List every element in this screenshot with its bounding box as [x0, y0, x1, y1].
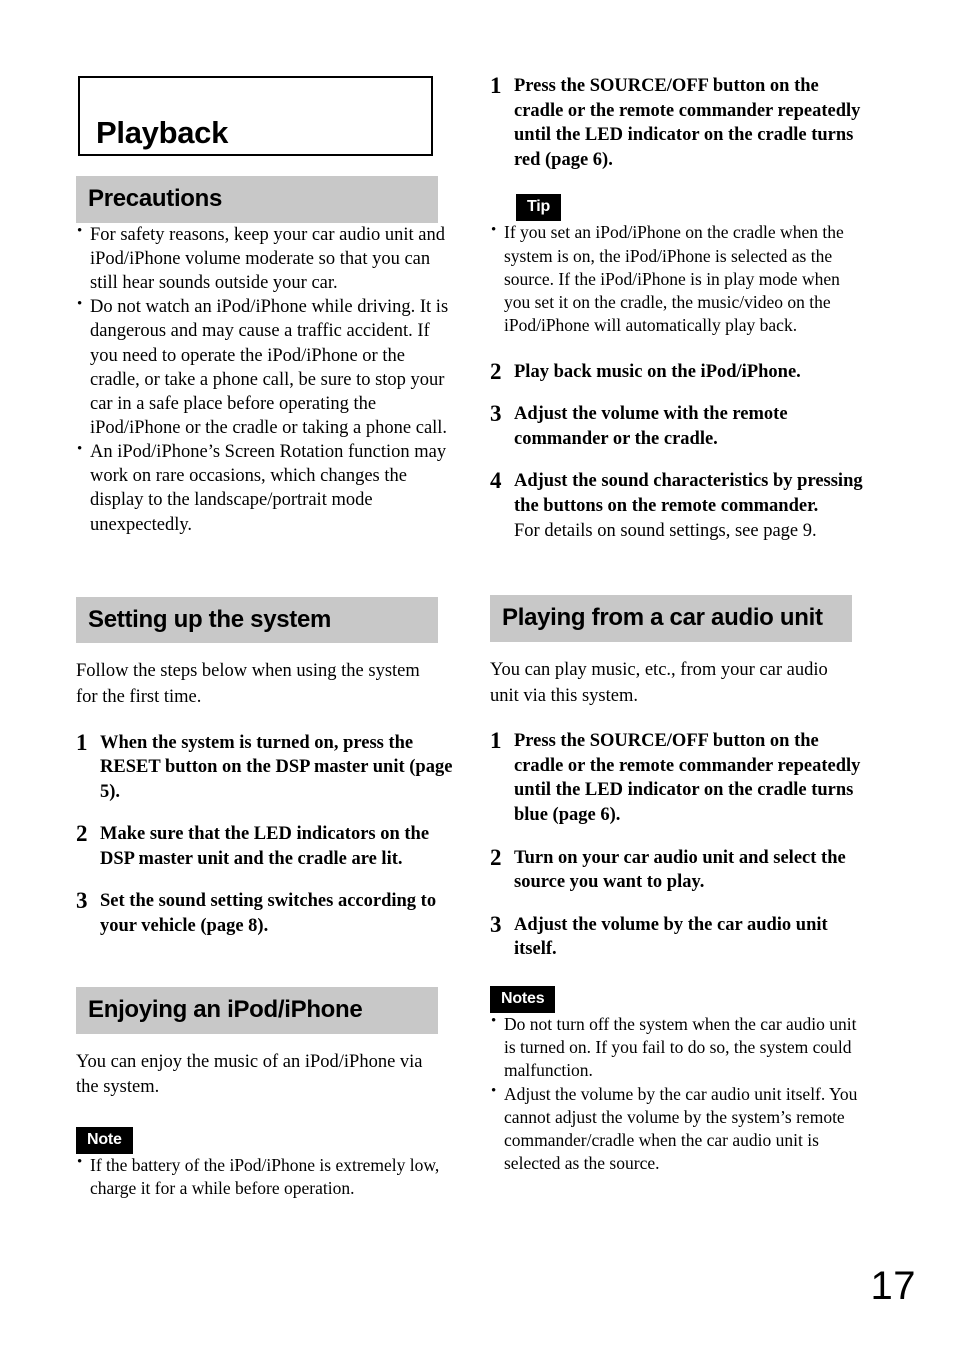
car-audio-intro: You can play music, etc., from your car …: [490, 660, 828, 706]
section-header-precautions: Precautions: [76, 176, 438, 223]
step-item: 2 Make sure that the LED indicators on t…: [76, 821, 454, 871]
step-item: 1 When the system is turned on, press th…: [76, 729, 454, 805]
step-item: 3 Adjust the volume with the remote comm…: [490, 401, 868, 451]
step-item: 2 Play back music on the iPod/iPhone.: [490, 358, 868, 385]
step-item: 1 Press the SOURCE/OFF button on the cra…: [490, 728, 868, 827]
step-text: Set the sound setting switches according…: [100, 891, 437, 937]
chapter-title-box: Playback: [78, 76, 433, 156]
setting-up-intro: Follow the steps below when using the sy…: [76, 661, 420, 707]
note-badge: Note: [76, 1126, 133, 1154]
page-number: 17: [870, 1264, 916, 1308]
step-number: 1: [490, 728, 502, 754]
step-number: 2: [490, 844, 502, 870]
list-item: If you set an iPod/iPhone on the cradle …: [490, 221, 864, 337]
list-item: Do not turn off the system when the car …: [490, 1012, 864, 1083]
precautions-list: For safety reasons, keep your car audio …: [76, 222, 454, 537]
step-text: Turn on your car audio unit and select t…: [514, 847, 846, 893]
step-text: Play back music on the iPod/iPhone.: [514, 361, 801, 382]
step-item: 4 Adjust the sound characteristics by pr…: [490, 468, 868, 543]
step-number: 2: [490, 358, 502, 384]
step-text: Make sure that the LED indicators on the…: [100, 824, 430, 869]
step-item: 3 Adjust the volume by the car audio uni…: [490, 911, 868, 962]
enjoying-intro: You can enjoy the music of an iPod/iPhon…: [76, 1051, 423, 1098]
section-header-enjoying-ipod: Enjoying an iPod/iPhone: [76, 986, 438, 1034]
enjoying-note-list: If the battery of the iPod/iPhone is ext…: [76, 1153, 454, 1201]
note-badge-wrapper: Note: [76, 1126, 454, 1154]
step-text: Adjust the volume with the remote comman…: [514, 404, 788, 449]
step-text: Press the SOURCE/OFF button on the cradl…: [514, 76, 861, 170]
tip-badge: Tip: [516, 194, 562, 222]
step-number: 1: [490, 73, 502, 98]
step-number: 3: [490, 911, 502, 937]
step-item: 1 Press the SOURCE/OFF button on the cra…: [490, 73, 868, 172]
step-text: Press the SOURCE/OFF button on the cradl…: [514, 731, 861, 825]
tip-badge-wrapper: Tip: [516, 194, 868, 222]
step-item: 2 Turn on your car audio unit and select…: [490, 844, 868, 895]
step-text: When the system is turned on, press the …: [100, 732, 453, 802]
list-item: Adjust the volume by the car audio unit …: [490, 1082, 864, 1176]
list-item: For safety reasons, keep your car audio …: [76, 222, 450, 295]
list-item: An iPod/iPhone’s Screen Rotation functio…: [76, 440, 450, 537]
right-column: 1 Press the SOURCE/OFF button on the cra…: [490, 0, 868, 1176]
step-number: 1: [76, 729, 88, 755]
car-audio-notes-list: Do not turn off the system when the car …: [490, 1012, 868, 1176]
manual-page: Playback Precautions For safety reasons,…: [0, 0, 954, 1352]
step-text: Adjust the volume by the car audio unit …: [514, 914, 828, 960]
section-header-setting-up: Setting up the system: [76, 596, 438, 644]
step-subtext: For details on sound settings, see page …: [514, 520, 817, 541]
notes-badge-wrapper: Notes: [490, 985, 868, 1013]
tip-list: If you set an iPod/iPhone on the cradle …: [490, 221, 868, 337]
left-column: Playback Precautions For safety reasons,…: [76, 0, 454, 1200]
section-header-playing-car-audio: Playing from a car audio unit: [490, 595, 852, 643]
step-number: 3: [76, 888, 88, 914]
step-number: 3: [490, 401, 502, 427]
step-number: 2: [76, 821, 88, 847]
step-text: Adjust the sound characteristics by pres…: [514, 471, 863, 517]
list-item: If the battery of the iPod/iPhone is ext…: [76, 1153, 450, 1201]
list-item: Do not watch an iPod/iPhone while drivin…: [76, 295, 450, 440]
step-item: 3 Set the sound setting switches accordi…: [76, 888, 454, 938]
notes-badge: Notes: [490, 985, 556, 1013]
step-number: 4: [490, 468, 502, 494]
page-title: Playback: [96, 115, 229, 150]
